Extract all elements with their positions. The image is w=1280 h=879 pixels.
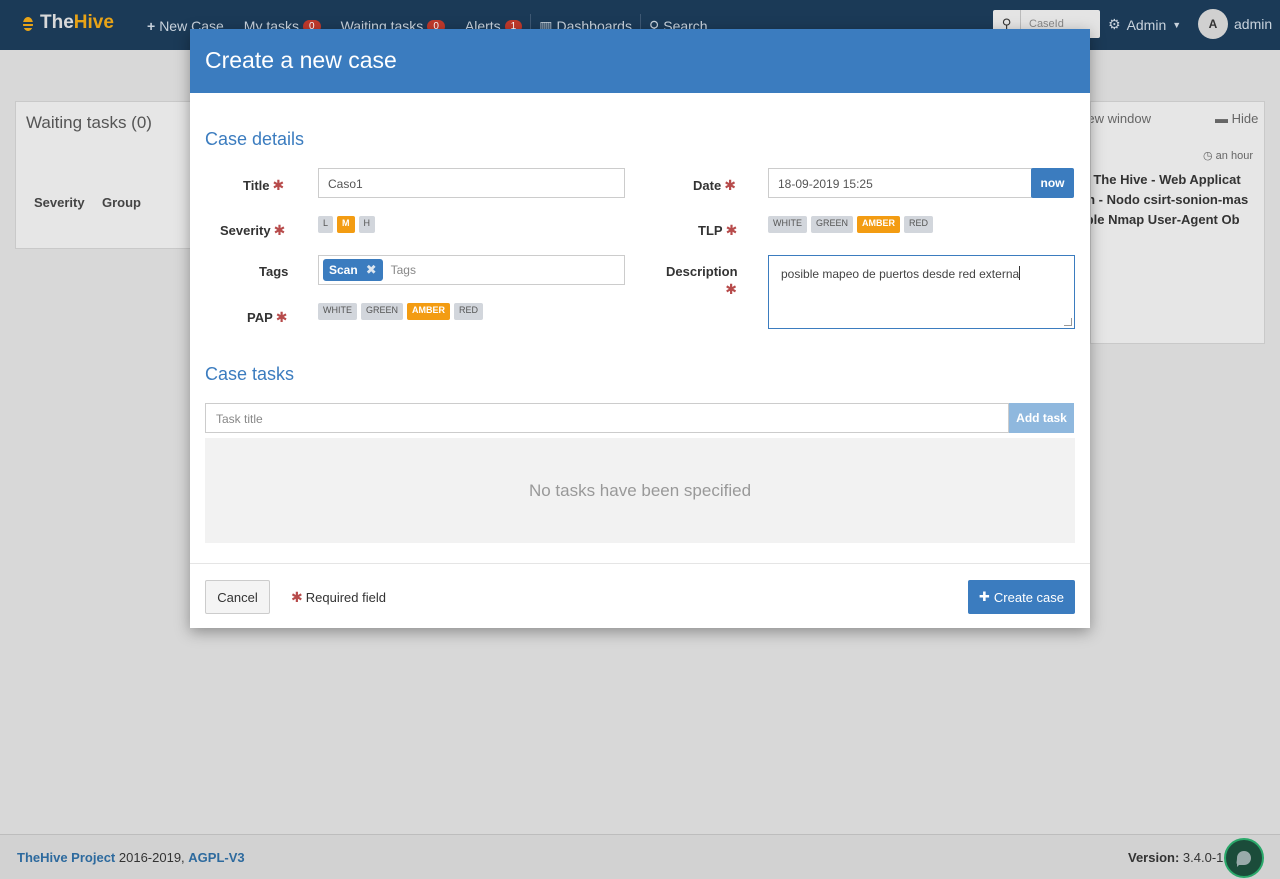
description-text: posible mapeo de puertos desde red exter… xyxy=(781,267,1020,281)
cancel-button[interactable]: Cancel xyxy=(205,580,270,614)
caret-down-icon: ▼ xyxy=(1172,19,1182,30)
tags-label: Tags xyxy=(259,264,289,279)
severity-option-m[interactable]: M xyxy=(337,216,355,233)
modal-footer: Cancel ✱ Required field ✚ Create case xyxy=(190,563,1090,628)
title-label-text: Title xyxy=(243,178,270,193)
tags-input[interactable]: Scan ✖ Tags xyxy=(318,255,625,285)
case-details-heading: Case details xyxy=(205,129,305,149)
waiting-tasks-title: Waiting tasks (0) xyxy=(26,113,152,132)
footer-left: TheHive Project 2016-2019, AGPL-V3 xyxy=(17,850,245,865)
tlp-label: TLP ✱ xyxy=(698,222,737,239)
severity-option-l[interactable]: L xyxy=(318,216,334,233)
create-case-label: Create case xyxy=(993,589,1064,605)
text-caret xyxy=(1019,266,1021,280)
tlp-option-amber[interactable]: AMBER xyxy=(857,216,901,233)
plus-icon: + xyxy=(147,18,156,34)
required-asterisk-icon: ✱ xyxy=(291,589,303,605)
pap-option-red[interactable]: RED xyxy=(454,303,484,320)
title-label: Title ✱ xyxy=(243,177,284,194)
tlp-option-white[interactable]: WHITE xyxy=(768,216,807,233)
hide-link[interactable]: ▬ Hide xyxy=(1215,111,1258,126)
task-entry-row: Task title Add task xyxy=(205,403,1074,433)
alert-time-label: an hour xyxy=(1215,150,1253,162)
remove-tag-icon[interactable]: ✖ xyxy=(366,262,377,278)
tlp-label-text: TLP xyxy=(698,223,723,238)
date-label: Date ✱ xyxy=(693,177,736,194)
date-label-text: Date xyxy=(693,178,722,193)
bee-icon xyxy=(23,17,33,31)
task-title-input[interactable]: Task title xyxy=(205,403,1009,433)
minus-icon: ▬ xyxy=(1215,111,1232,126)
logo-text-prefix: The xyxy=(40,12,74,33)
description-textarea[interactable]: posible mapeo de puertos desde red exter… xyxy=(768,255,1075,329)
modal-title: Create a new case xyxy=(190,29,1090,93)
severity-label-text: Severity xyxy=(220,223,271,238)
resize-handle[interactable] xyxy=(1064,318,1072,326)
open-new-window-link[interactable]: Open in new window xyxy=(1091,111,1151,126)
footer-years: 2016-2019, xyxy=(118,850,185,865)
required-field-note: ✱ Required field xyxy=(291,589,386,606)
plus-icon: ✚ xyxy=(979,589,990,604)
pap-label-text: PAP xyxy=(247,310,273,325)
alert-time: ◷ an hour xyxy=(1203,149,1253,162)
pap-label: PAP ✱ xyxy=(247,309,288,326)
create-case-modal: Create a new case Case details Title ✱ Ca… xyxy=(190,29,1090,628)
create-case-button[interactable]: ✚ Create case xyxy=(968,580,1075,614)
required-asterisk-icon: ✱ xyxy=(725,222,738,238)
alert-title-3[interactable]: Possible Nmap User-Agent Ob xyxy=(1091,212,1240,227)
waiting-tasks-panel: Waiting tasks (0) Severity Group xyxy=(15,101,195,249)
severity-label: Severity ✱ xyxy=(220,222,285,239)
gear-icon: ⚙ xyxy=(1108,16,1121,32)
footer-version: Version: 3.4.0-1 xyxy=(1128,850,1223,865)
col-group[interactable]: Group xyxy=(102,195,141,210)
clock-icon: ◷ xyxy=(1203,150,1213,162)
tlp-option-green[interactable]: GREEN xyxy=(811,216,854,233)
logo-text-suffix: Hive xyxy=(73,12,114,33)
version-value: 3.4.0-1 xyxy=(1182,850,1224,865)
required-asterisk-icon: ✱ xyxy=(273,222,286,238)
tags-placeholder: Tags xyxy=(390,263,416,277)
add-task-button[interactable]: Add task xyxy=(1009,403,1074,433)
tag-chip-label: Scan xyxy=(329,263,358,277)
tag-chip: Scan ✖ xyxy=(323,259,383,281)
required-asterisk-icon: ✱ xyxy=(275,309,288,325)
pap-option-green[interactable]: GREEN xyxy=(361,303,404,320)
admin-menu[interactable]: ⚙ Admin ▼ xyxy=(1108,16,1181,33)
user-name[interactable]: admin xyxy=(1234,16,1272,32)
tlp-selector: WHITE GREEN AMBER RED xyxy=(768,216,937,233)
required-field-text: Required field xyxy=(305,590,386,605)
alert-title-2[interactable]: Scan - Nodo csirt-sonion-mas xyxy=(1091,192,1248,207)
license-link[interactable]: AGPL-V3 xyxy=(188,850,244,865)
severity-selector: L M H xyxy=(318,216,379,233)
severity-option-h[interactable]: H xyxy=(358,216,376,233)
alerts-panel: Open in new window ▬ Hide ◷ an hour [Sca… xyxy=(1090,101,1265,344)
now-button[interactable]: now xyxy=(1031,168,1074,198)
thehive-logo[interactable]: The Hive xyxy=(20,12,114,34)
brain-chat-button[interactable] xyxy=(1224,838,1264,878)
alert-title-1[interactable]: [Scan] The Hive - Web Applicat xyxy=(1091,172,1241,187)
tlp-option-red[interactable]: RED xyxy=(904,216,934,233)
version-label: Version: xyxy=(1128,850,1180,865)
description-label-text: Description xyxy=(666,264,738,279)
pap-option-amber[interactable]: AMBER xyxy=(407,303,451,320)
page-footer: TheHive Project 2016-2019, AGPL-V3 Versi… xyxy=(0,834,1280,879)
admin-menu-label: Admin xyxy=(1126,16,1167,33)
hide-label: Hide xyxy=(1231,111,1259,126)
title-input[interactable]: Caso1 xyxy=(318,168,625,198)
required-asterisk-icon: ✱ xyxy=(725,281,737,297)
project-link[interactable]: TheHive Project xyxy=(17,850,115,865)
required-asterisk-icon: ✱ xyxy=(724,177,736,193)
col-severity[interactable]: Severity xyxy=(34,195,85,210)
no-tasks-message: No tasks have been specified xyxy=(205,438,1075,543)
case-tasks-heading: Case tasks xyxy=(205,364,295,384)
pap-selector: WHITE GREEN AMBER RED xyxy=(318,303,487,320)
required-asterisk-icon: ✱ xyxy=(272,177,285,193)
avatar[interactable]: A xyxy=(1198,9,1228,39)
brain-icon xyxy=(1236,851,1251,867)
pap-option-white[interactable]: WHITE xyxy=(318,303,357,320)
date-input[interactable]: 18-09-2019 15:25 xyxy=(768,168,1032,198)
description-label: Description ✱ xyxy=(666,264,738,298)
